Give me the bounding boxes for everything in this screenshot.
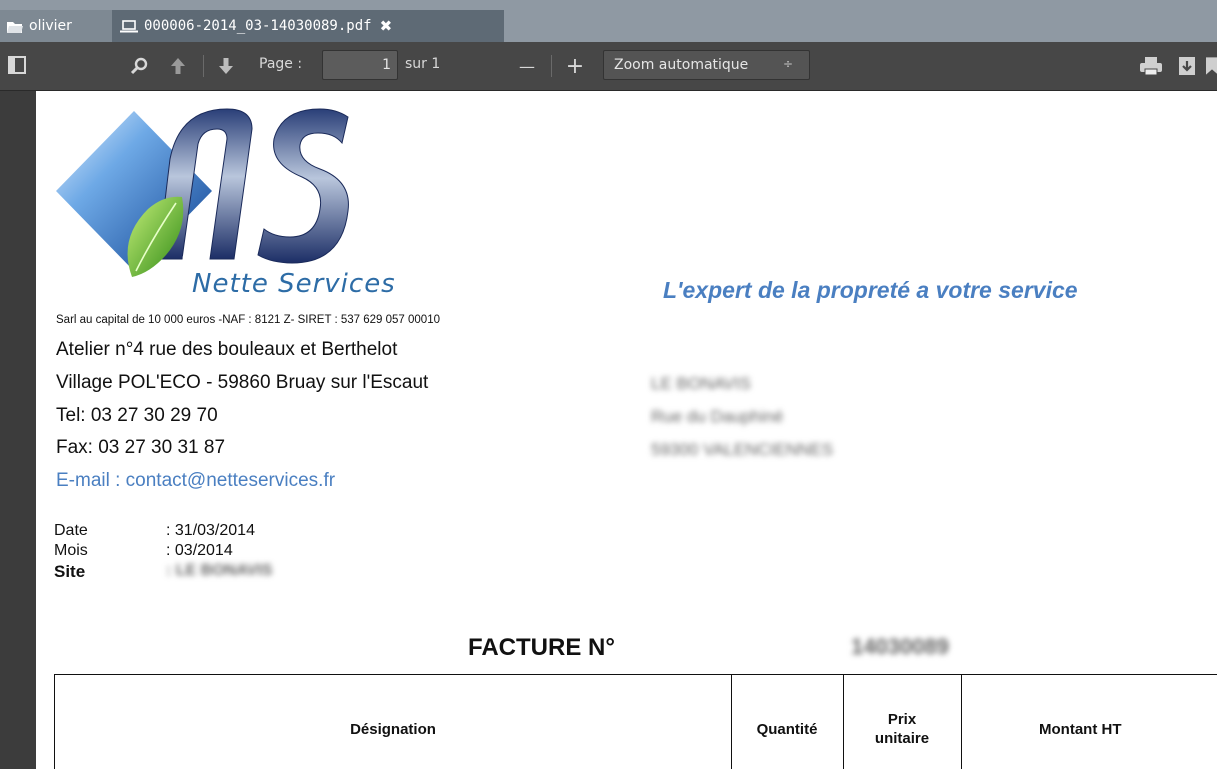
legal-info: Sarl au capital de 10 000 euros -NAF : 8…	[56, 314, 440, 326]
tab-bar: olivier 000006-2014_03-14030089.pdf ✖	[0, 0, 1217, 42]
company-slogan: L'expert de la propreté a votre service	[663, 277, 1078, 303]
invoice-title: FACTURE N°	[468, 634, 615, 661]
pdf-toolbar: Page : sur 1 — + Zoom automatique ÷	[0, 42, 1217, 91]
select-arrows-icon: ÷	[782, 57, 793, 71]
column-header-amount: Montant HT	[1039, 720, 1122, 738]
print-icon[interactable]	[1138, 54, 1164, 78]
site-value: : LE BONAVIS	[166, 562, 273, 579]
email-line: E-mail : contact@netteservices.fr	[56, 470, 336, 491]
logo-brand-text: Nette Services	[192, 269, 396, 299]
zoom-in-button[interactable]: +	[563, 54, 587, 79]
tab-folder-label: olivier	[29, 18, 72, 34]
download-icon[interactable]	[1175, 54, 1199, 78]
recipient-city: 59300 VALENCIENNES	[651, 440, 834, 459]
date-label: Date	[54, 522, 88, 539]
company-logo	[56, 108, 349, 277]
toolbar-separator	[551, 55, 552, 77]
zoom-out-button[interactable]: —	[515, 54, 539, 78]
zoom-select[interactable]: Zoom automatique ÷	[603, 50, 810, 80]
bookmark-icon[interactable]	[1206, 54, 1217, 78]
column-header-unit-price: Prix unitaire	[843, 675, 961, 769]
fax-line: Fax: 03 27 30 31 87	[56, 437, 226, 458]
tab-pdf-label: 000006-2014_03-14030089.pdf	[144, 18, 372, 34]
page-label: Page :	[259, 56, 303, 72]
tab-folder[interactable]: olivier	[0, 10, 112, 42]
laptop-icon	[120, 19, 138, 33]
arrow-up-icon[interactable]	[166, 54, 190, 78]
column-header-quantity: Quantité	[756, 720, 818, 738]
invoice-number: 14030089	[851, 634, 949, 659]
date-value: : 31/03/2014	[166, 522, 255, 539]
recipient-name: LE BONAVIS	[651, 374, 751, 393]
toolbar-separator	[203, 55, 204, 77]
month-value: : 03/2014	[166, 542, 233, 559]
address-line: Village POL'ECO - 59860 Bruay sur l'Esca…	[56, 372, 429, 393]
site-label: Site	[54, 562, 86, 581]
recipient-street: Rue du Dauphiné	[651, 407, 784, 426]
address-line: Atelier n°4 rue des bouleaux et Berthelo…	[56, 339, 398, 360]
pdf-page: Nette Services L'expert de la propreté a…	[36, 91, 1217, 769]
column-header-designation: Désignation	[350, 720, 436, 738]
month-label: Mois	[54, 542, 88, 559]
tab-pdf-file[interactable]: 000006-2014_03-14030089.pdf ✖	[112, 10, 504, 42]
document-viewer[interactable]: Nette Services L'expert de la propreté a…	[0, 91, 1217, 769]
page-total: sur 1	[405, 56, 441, 72]
folder-icon	[7, 20, 23, 33]
sidebar-toggle-icon[interactable]	[8, 56, 26, 74]
invoice-table: Désignation Quantité Prix unitaire Monta…	[54, 674, 1217, 769]
close-tab-icon[interactable]: ✖	[380, 17, 393, 35]
column-header-unit-price-label: Prix unitaire	[874, 711, 930, 747]
phone-line: Tel: 03 27 30 29 70	[56, 405, 218, 426]
arrow-down-icon[interactable]	[214, 54, 238, 78]
search-icon[interactable]	[128, 54, 152, 78]
zoom-select-value: Zoom automatique	[614, 57, 749, 73]
page-number-input[interactable]	[322, 50, 398, 80]
